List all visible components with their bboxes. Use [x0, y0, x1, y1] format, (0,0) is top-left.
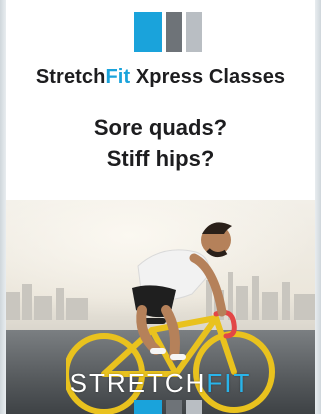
bottom-block-gray: [166, 400, 182, 414]
bottom-block-light: [186, 400, 202, 414]
bottom-brand-mark-icon: [134, 400, 204, 414]
logo-stretch: STRETCH: [69, 368, 207, 398]
question-stiff-hips: Stiff hips?: [106, 146, 215, 171]
brand-block-blue: [134, 12, 162, 52]
headline-rest: Xpress Classes: [130, 66, 286, 88]
cyclist-photo: STRETCHFIT: [6, 200, 315, 414]
bottom-block-blue: [134, 400, 162, 414]
headline-stretch: Stretch: [35, 66, 106, 88]
brand-mark-icon: [134, 12, 204, 52]
stretchfit-logo: STRETCHFIT: [6, 368, 315, 399]
ad-card[interactable]: StretchFit Xpress Classes Sore quads? St…: [6, 0, 315, 414]
ad-headline: StretchFit Xpress Classes: [6, 66, 315, 89]
logo-fit: FIT: [206, 368, 252, 398]
question-sore-quads: Sore quads?: [93, 115, 228, 140]
headline-fit: Fit: [105, 66, 131, 88]
brand-block-gray: [166, 12, 182, 52]
brand-block-light: [186, 12, 202, 52]
